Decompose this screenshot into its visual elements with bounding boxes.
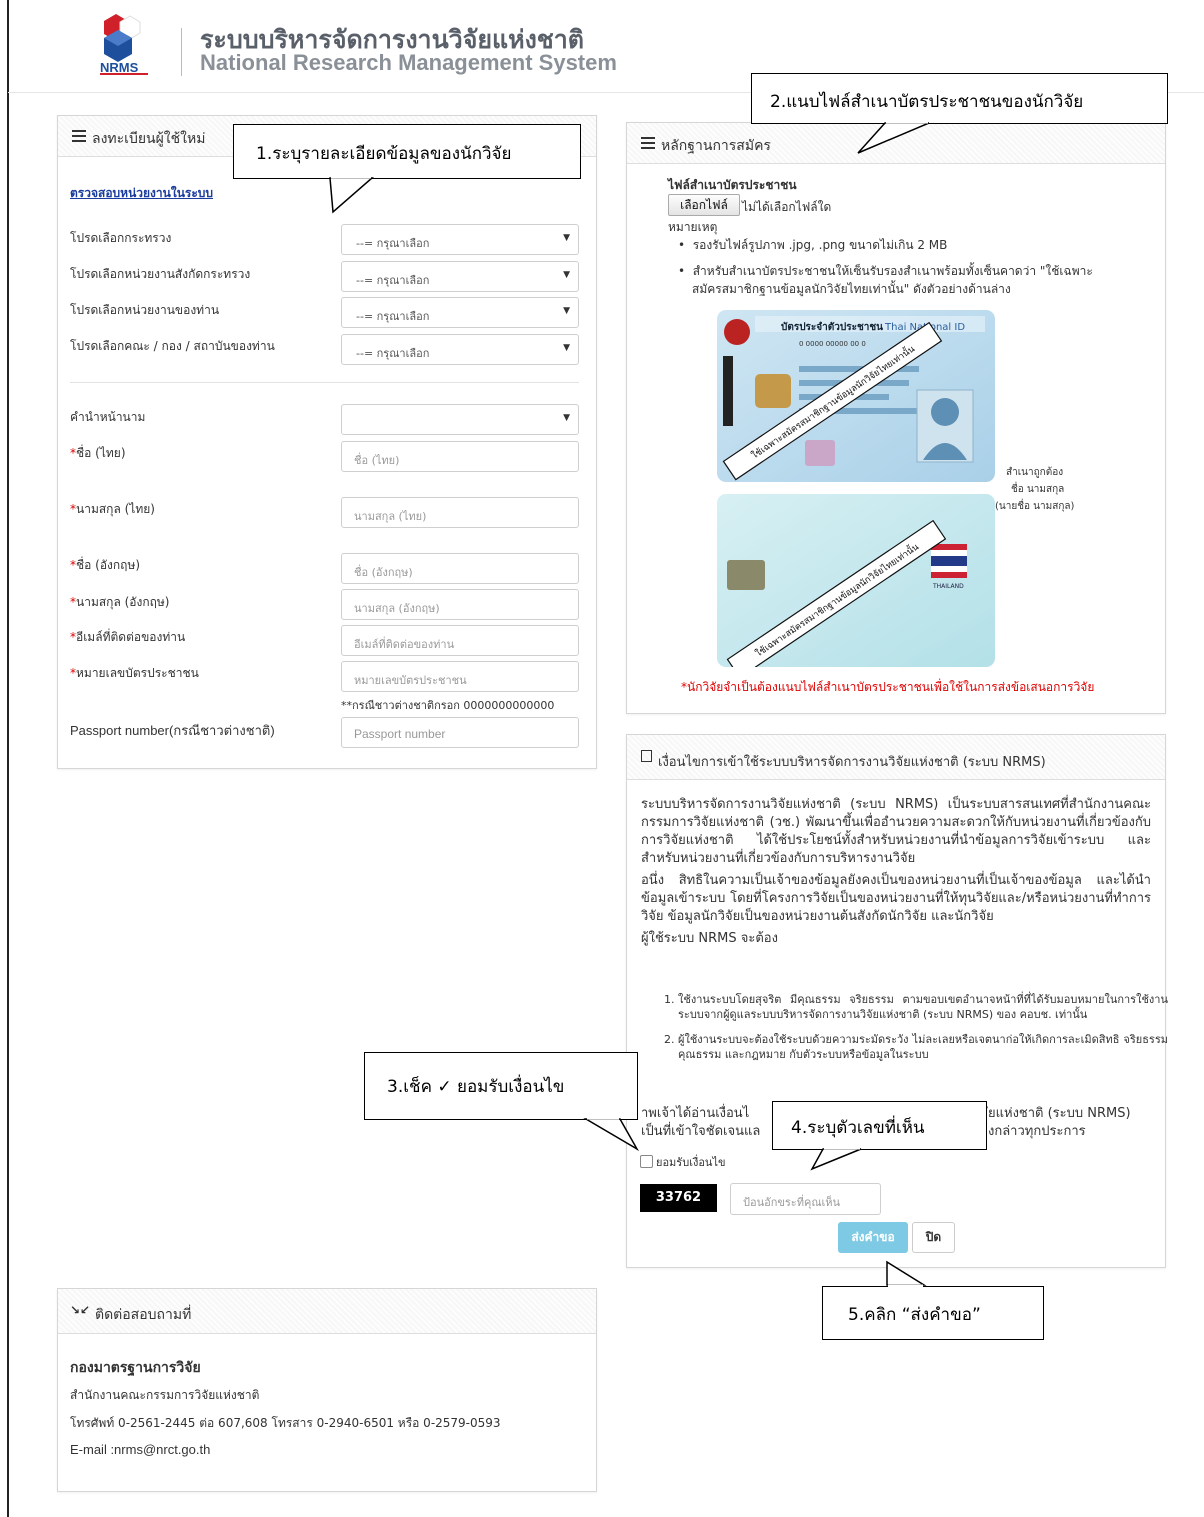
surname-th-input[interactable]: นามสกุล (ไทย)	[341, 497, 579, 528]
list-icon	[641, 137, 655, 149]
name-th-input[interactable]: ชื่อ (ไทย)	[341, 441, 579, 472]
callout-step-5: 5.คลิก “ส่งคำขอ”	[822, 1286, 1044, 1340]
terms-list: ใช้งานระบบโดยสุจริต มีคุณธรรม จริยธรรม ต…	[658, 992, 1168, 1062]
form-divider	[70, 382, 579, 383]
name-th-label: *ชื่อ (ไทย)	[70, 446, 126, 460]
id-card-label: *หมายเลขบัตรประชาชน	[70, 666, 199, 680]
chevron-down-icon: ▼	[563, 343, 570, 353]
note-bullet-1: • รองรับไฟล์รูปภาพ .jpg, .png ขนาดไม่เกิ…	[678, 238, 948, 252]
terms-paragraph-3: ผู้ใช้ระบบ NRMS จะต้อง	[641, 931, 778, 946]
callout-pointer	[886, 1260, 927, 1288]
file-label: ไฟล์สำเนาบัตรประชาชน	[668, 178, 797, 192]
faculty-select[interactable]: --= กรุณาเลือก ▼	[341, 334, 579, 365]
document-icon	[641, 750, 652, 762]
surname-en-label: *นามสกุล (อังกฤษ)	[70, 595, 170, 609]
callout-step-4: 4.ระบุตัวเลขที่เห็น	[772, 1101, 987, 1150]
ministry-select[interactable]: --= กรุณาเลือก ▼	[341, 224, 579, 255]
submit-button[interactable]: ส่งคำขอ	[838, 1222, 908, 1253]
contact-email: E-mail :nrms@nrct.go.th	[70, 1442, 211, 1457]
accept-checkbox[interactable]	[640, 1155, 653, 1168]
terms-item: ผู้ใช้งานระบบจะต้องใช้ระบบด้วยความระมัดร…	[678, 1032, 1168, 1062]
note-bullet-2-cont: สมัครสมาชิกฐานข้อมูลนักวิจัยไทยเท่านั้น"…	[692, 282, 1011, 296]
chevron-down-icon: ▼	[563, 306, 570, 316]
email-label: *อีเมล์ที่ติดต่อของท่าน	[70, 630, 186, 644]
contact-office: สำนักงานคณะกรรมการวิจัยแห่งชาติ	[70, 1388, 260, 1402]
terms-ack-right-2: งกล่าวทุกประการ	[988, 1124, 1086, 1139]
email-input[interactable]: อีเมล์ที่ติดต่อของท่าน	[341, 625, 579, 656]
prefix-label: คำนำหน้านาม	[70, 410, 146, 424]
accept-label: ยอมรับเงื่อนไข	[656, 1156, 726, 1169]
ministry-label: โปรดเลือกกระทรวง	[70, 231, 172, 245]
passport-label: Passport number(กรณีชาวต่างชาติ)	[70, 723, 275, 738]
chevron-down-icon: ▼	[563, 233, 570, 243]
contact-title: ติดต่อสอบถามที่	[95, 1307, 192, 1323]
terms-title: เงื่อนไขการเข้าใช้ระบบบริหารจัดการงานวิจ…	[658, 755, 1046, 770]
passport-input[interactable]: Passport number	[341, 717, 579, 748]
note-bullet-2: • สำหรับสำเนาบัตรประชาชนให้เซ็นรับรองสำเ…	[678, 264, 1093, 278]
unit-select[interactable]: --= กรุณาเลือก ▼	[341, 297, 579, 328]
id-card-input[interactable]: หมายเลขบัตรประชาชน	[341, 661, 579, 692]
faculty-label: โปรดเลือกคณะ / กอง / สถาบันของท่าน	[70, 339, 275, 353]
prefix-select[interactable]: ▼	[341, 404, 579, 435]
sign-fullname: (นายชื่อ นามสกุล)	[995, 501, 1075, 512]
terms-ack-left-2: เป็นที่เข้าใจชัดเจนแล	[641, 1124, 761, 1139]
evidence-title: หลักฐานการสมัคร	[661, 138, 771, 154]
card-number: 0 0000 00000 00 0	[799, 340, 866, 348]
terms-paragraph-2: อนึ่ง สิทธิในความเป็นเจ้าของข้อมูลยังคงเ…	[641, 873, 1151, 924]
callout-step-1: 1.ระบุรายละเอียดข้อมูลของนักวิจัย	[233, 124, 581, 179]
note-label: หมายเหตุ	[668, 220, 718, 234]
captcha-image: 33762	[640, 1184, 717, 1212]
contact-org: กองมาตรฐานการวิจัย	[70, 1360, 201, 1376]
unit-label: โปรดเลือกหน่วยงานของท่าน	[70, 303, 220, 317]
no-file-text: ไม่ได้เลือกไฟล์ใด	[742, 200, 832, 214]
compress-icon: ↘↙	[70, 1303, 91, 1317]
terms-paragraph-1: ระบบบริหารจัดการงานวิจัยแห่งชาติ (ระบบ N…	[641, 797, 1151, 866]
choose-file-button[interactable]: เลือกไฟล์	[668, 194, 740, 216]
chevron-down-icon: ▼	[563, 413, 570, 423]
card-title-th: บัตรประจำตัวประชาชน	[781, 321, 883, 333]
agency-label: โปรดเลือกหน่วยงานสังกัดกระทรวง	[70, 267, 251, 281]
list-icon	[72, 130, 86, 142]
sign-name: ชื่อ นามสกุล	[1011, 484, 1065, 495]
close-button[interactable]: ปิด	[912, 1222, 955, 1253]
id-card-sample-image: THAILAND บัตรประจำตัวประชาชน Thai Nation…	[717, 310, 995, 679]
evidence-warning: *นักวิจัยจำเป็นต้องแนบไฟล์สำเนาบัตรประชา…	[681, 680, 1095, 694]
name-en-label: *ชื่อ (อังกฤษ)	[70, 558, 141, 572]
name-en-input[interactable]: ชื่อ (อังกฤษ)	[341, 553, 579, 584]
agency-select[interactable]: --= กรุณาเลือก ▼	[341, 261, 579, 292]
surname-th-label: *นามสกุล (ไทย)	[70, 502, 155, 516]
callout-step-2: 2.แนบไฟล์สำเนาบัตรประชาชนของนักวิจัย	[751, 73, 1168, 124]
surname-en-input[interactable]: นามสกุล (อังกฤษ)	[341, 589, 579, 620]
check-agency-link[interactable]: ตรวจสอบหน่วยงานในระบบ	[70, 184, 213, 203]
captcha-input[interactable]: ป้อนอักขระที่คุณเห็น	[730, 1183, 881, 1215]
chevron-down-icon: ▼	[563, 270, 570, 280]
terms-item: ใช้งานระบบโดยสุจริต มีคุณธรรม จริยธรรม ต…	[678, 992, 1168, 1022]
contact-phone: โทรศัพท์ 0-2561-2445 ต่อ 607,608 โทรสาร …	[70, 1416, 501, 1430]
nrms-logo: NRMS	[98, 12, 154, 76]
terms-panel-header: เงื่อนไขการเข้าใช้ระบบบริหารจัดการงานวิจ…	[627, 735, 1165, 780]
contact-panel-header: ↘↙ ติดต่อสอบถามที่	[58, 1289, 596, 1334]
header-divider	[181, 28, 182, 76]
foreigner-note: **กรณีชาวต่างชาติกรอก 0000000000000	[341, 699, 555, 712]
certify-text: สำเนาถูกต้อง	[1006, 467, 1064, 478]
register-title: ลงทะเบียนผู้ใช้ใหม่	[92, 131, 206, 147]
callout-step-3: 3.เช็ค ✓ ยอมรับเงื่อนไข	[364, 1052, 638, 1120]
card-country-text: THAILAND	[932, 583, 964, 590]
site-title-en: National Research Management System	[200, 50, 617, 75]
